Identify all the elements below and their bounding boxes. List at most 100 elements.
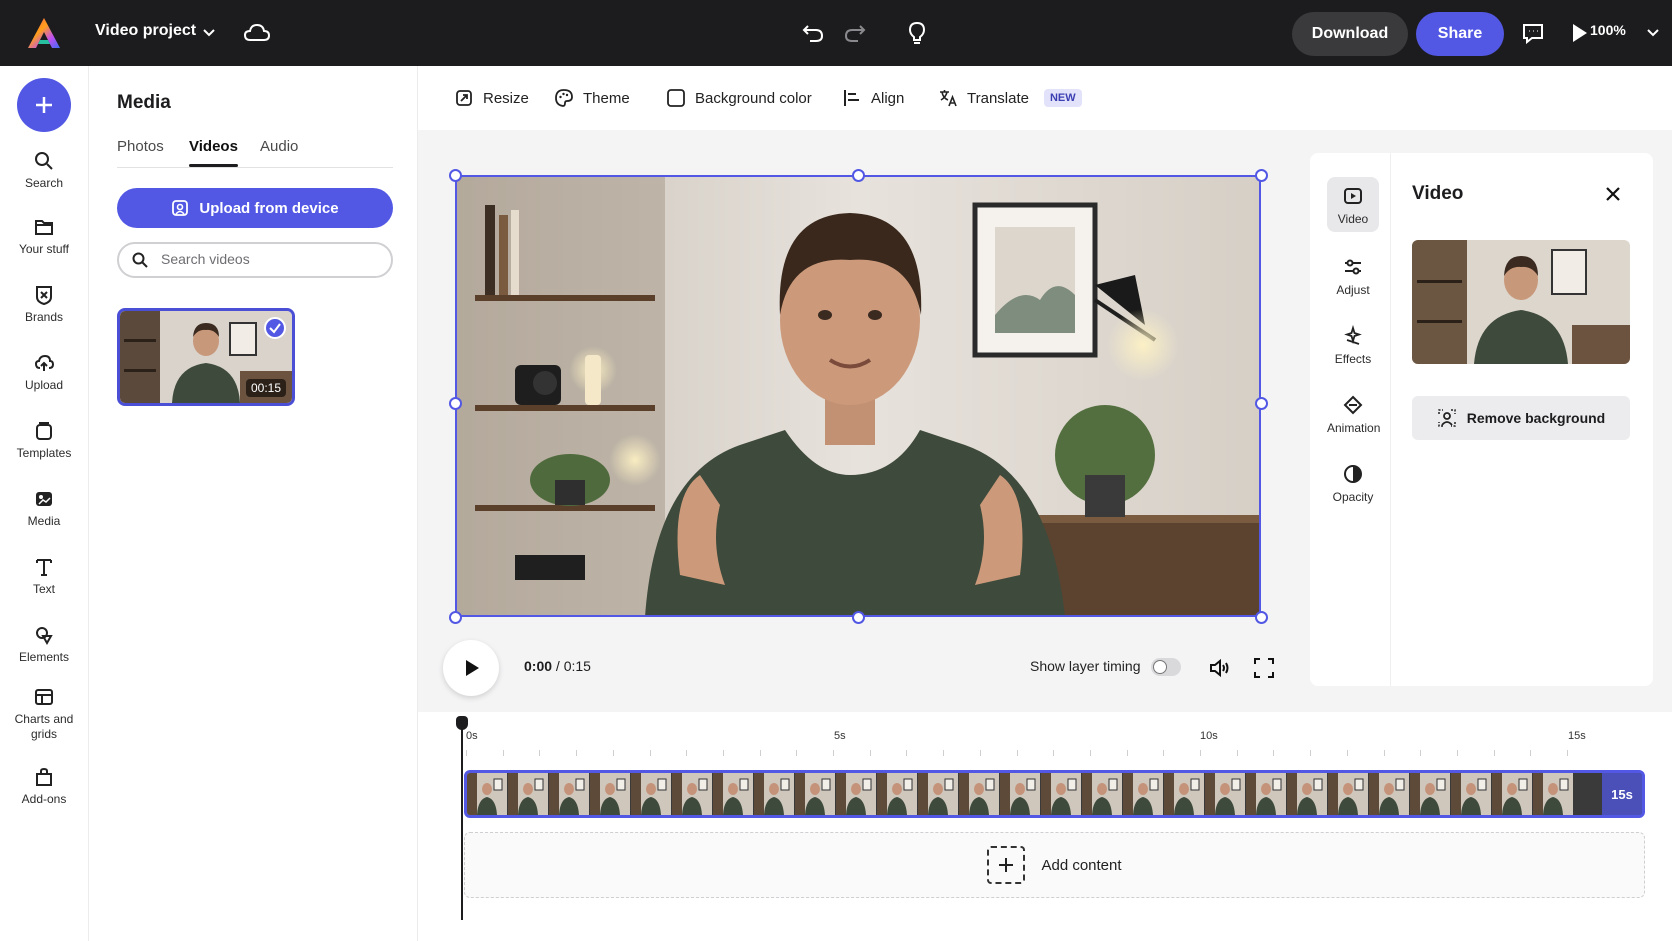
filmstrip-frame	[1410, 773, 1450, 815]
share-button[interactable]: Share	[1416, 12, 1504, 56]
playhead-handle[interactable]	[456, 716, 468, 730]
video-icon	[1344, 188, 1362, 204]
play-button[interactable]	[443, 640, 499, 696]
timeline-tick	[979, 750, 981, 756]
rail-label: Templates	[16, 446, 72, 460]
upload-from-device-button[interactable]: Upload from device	[117, 188, 393, 228]
search-videos-field[interactable]	[117, 242, 393, 278]
rail-label: Text	[32, 582, 55, 596]
translate-button[interactable]: Translate NEW	[938, 88, 1082, 108]
download-button[interactable]: Download	[1292, 12, 1408, 56]
rail-item-upload[interactable]: Upload	[8, 352, 80, 393]
filmstrip-frame	[467, 773, 507, 815]
cloud-icon[interactable]	[242, 20, 272, 46]
properties-tab-video[interactable]: Video	[1327, 177, 1379, 232]
remove-background-button[interactable]: Remove background	[1412, 396, 1630, 440]
timeline-tick-label: 15s	[1568, 730, 1586, 742]
rail-item-templates[interactable]: Templates	[8, 420, 80, 461]
filmstrip-frame	[1451, 773, 1491, 815]
align-button[interactable]: Align	[842, 88, 904, 108]
filmstrip-frame	[631, 773, 671, 815]
video-canvas[interactable]	[455, 175, 1261, 617]
charts-grids-icon	[35, 689, 53, 705]
properties-tab-adjust[interactable]: Adjust	[1327, 256, 1379, 297]
upload-label: Upload from device	[199, 199, 339, 217]
resize-handle-top-left[interactable]	[449, 169, 462, 182]
filmstrip-frame	[1246, 773, 1286, 815]
rail-item-text[interactable]: Text	[8, 556, 80, 597]
rail-item-search[interactable]: Search	[8, 150, 80, 191]
filmstrip-frame	[1328, 773, 1368, 815]
theme-button[interactable]: Theme	[554, 88, 630, 108]
add-plus-icon	[987, 846, 1026, 884]
filmstrip-frame	[918, 773, 958, 815]
properties-tab-effects[interactable]: Effects	[1327, 325, 1379, 366]
timeline-tick	[1126, 750, 1128, 756]
filmstrip-frame	[1082, 773, 1122, 815]
fullscreen-icon[interactable]	[1252, 656, 1276, 680]
app-logo-icon[interactable]	[26, 16, 62, 50]
rail-item-media[interactable]: Media	[8, 480, 80, 536]
tab-videos[interactable]: Videos	[189, 138, 238, 167]
play-icon[interactable]	[1566, 20, 1592, 46]
lightbulb-icon[interactable]	[904, 20, 930, 46]
rail-item-add-ons[interactable]: Add-ons	[8, 766, 80, 807]
tab-photos[interactable]: Photos	[117, 138, 164, 155]
timeline-tick	[1346, 750, 1348, 756]
rail-item-brands[interactable]: Brands	[8, 284, 80, 325]
timeline-tick	[722, 750, 724, 756]
rail-item-charts-and-grids[interactable]: Charts and grids	[8, 686, 80, 742]
timeline-tick	[1089, 750, 1091, 756]
resize-icon	[456, 90, 472, 106]
rail-item-elements[interactable]: Elements	[8, 624, 80, 665]
filmstrip-frame	[590, 773, 630, 815]
show-layer-timing-toggle[interactable]	[1151, 658, 1181, 676]
clip-end-handle[interactable]: 15s	[1602, 773, 1642, 815]
background-color-button[interactable]: Background color	[666, 88, 812, 108]
opacity-icon	[1344, 465, 1362, 483]
playhead[interactable]	[461, 716, 463, 920]
zoom-chevron-icon[interactable]	[1645, 24, 1661, 40]
top-bar: Video project Download Share 100%	[0, 0, 1672, 66]
video-clip-track[interactable]: 15s	[464, 770, 1645, 818]
rail-label: Elements	[18, 650, 70, 664]
adjust-sliders-icon	[1345, 259, 1361, 275]
resize-handle-bottom-right[interactable]	[1255, 611, 1268, 624]
add-ons-icon	[36, 767, 52, 786]
timeline-tick	[943, 750, 945, 756]
close-icon[interactable]	[1602, 183, 1624, 205]
properties-tab-opacity[interactable]: Opacity	[1327, 463, 1379, 504]
upload-image-icon	[172, 200, 189, 216]
resize-handle-right[interactable]	[1255, 397, 1268, 410]
zoom-level[interactable]: 100%	[1590, 22, 1626, 38]
time-separator: /	[555, 658, 560, 674]
resize-handle-bottom-left[interactable]	[449, 611, 462, 624]
comment-icon[interactable]	[1520, 20, 1546, 46]
background-color-icon	[667, 89, 685, 107]
create-new-button[interactable]	[17, 78, 71, 132]
new-badge: NEW	[1043, 89, 1082, 107]
resize-button[interactable]: Resize	[454, 88, 529, 108]
filmstrip-frame	[795, 773, 835, 815]
timeline-tick-label: 10s	[1200, 730, 1218, 742]
resize-handle-top[interactable]	[852, 169, 865, 182]
volume-icon[interactable]	[1208, 656, 1232, 680]
redo-icon[interactable]	[842, 20, 868, 46]
rail-item-your-stuff[interactable]: Your stuff	[8, 216, 80, 257]
undo-icon[interactable]	[800, 20, 826, 46]
video-thumbnail[interactable]: 00:15	[117, 308, 295, 406]
resize-handle-top-right[interactable]	[1255, 169, 1268, 182]
properties-tab-label: Effects	[1334, 352, 1372, 366]
chevron-down-icon[interactable]	[198, 22, 220, 44]
timeline-tick	[539, 750, 541, 756]
left-rail: Search Your stuff Brands Upload Template…	[0, 66, 88, 941]
timeline-tick	[1163, 750, 1165, 756]
resize-handle-bottom[interactable]	[852, 611, 865, 624]
resize-handle-left[interactable]	[449, 397, 462, 410]
properties-tab-animation[interactable]: Animation	[1327, 394, 1380, 435]
tab-audio[interactable]: Audio	[260, 138, 298, 155]
project-title[interactable]: Video project	[95, 22, 196, 40]
search-videos-input[interactable]	[161, 251, 381, 267]
timeline-tick	[466, 750, 467, 756]
add-content-button[interactable]: Add content	[464, 832, 1645, 898]
